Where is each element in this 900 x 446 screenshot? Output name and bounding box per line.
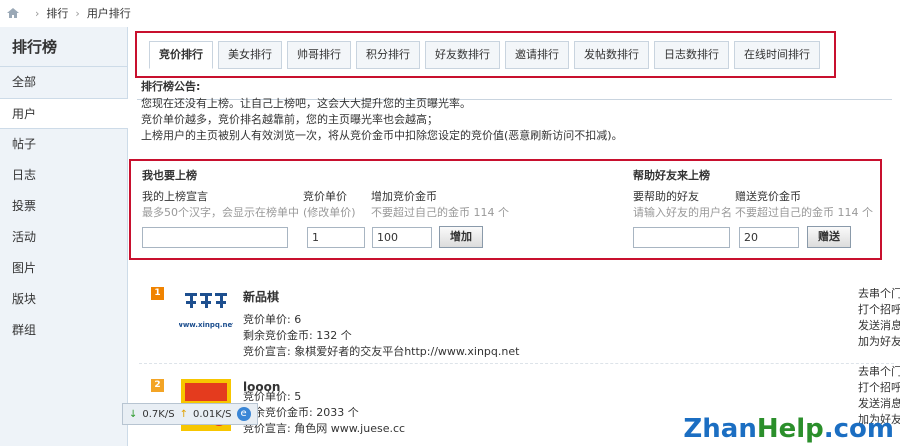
declaration-label: 我的上榜宣言 <box>142 190 208 203</box>
add-gold-hint: 不要超过自己的金币 114 个 <box>371 206 509 219</box>
sidebar-item-polls[interactable]: 投票 <box>0 191 127 222</box>
price-label: 竞价单价 <box>303 190 347 203</box>
sidebar-item-user[interactable]: 用户 <box>0 98 128 129</box>
browser-icon[interactable]: e <box>236 407 251 421</box>
rank-number-badge: 2 <box>151 379 164 392</box>
sidebar-item-blogs[interactable]: 日志 <box>0 160 127 191</box>
watermark-part: Help <box>756 414 824 444</box>
send-message-link[interactable]: 发送消息 <box>858 396 900 412</box>
tab-posts[interactable]: 发帖数排行 <box>574 41 649 69</box>
rank-price: 竞价单价: 5 <box>243 390 302 403</box>
upload-speed: 0.01K/S <box>192 408 232 420</box>
watermark-logo: ZhanHelp.com <box>683 414 894 444</box>
sidebar-item-events[interactable]: 活动 <box>0 222 127 253</box>
breadcrumb: › 排行 › 用户排行 <box>0 0 900 26</box>
breadcrumb-user-ranking[interactable]: 用户排行 <box>87 5 131 21</box>
sidebar: 排行榜 全部 用户 帖子 日志 投票 活动 图片 版块 群组 <box>0 27 128 446</box>
gift-button[interactable]: 赠送 <box>807 226 851 248</box>
sidebar-title: 排行榜 <box>0 27 127 67</box>
breadcrumb-separator: › <box>35 6 40 20</box>
declaration-input[interactable] <box>142 227 288 248</box>
tab-friends[interactable]: 好友数排行 <box>425 41 500 69</box>
rank-declaration: 竞价宣言: 角色网 www.juese.cc <box>243 422 406 435</box>
gift-gold-label: 赠送竞价金币 <box>735 190 801 203</box>
sidebar-item-all[interactable]: 全部 <box>0 67 127 98</box>
upload-arrow-icon: ↑ <box>179 408 188 420</box>
sidebar-item-images[interactable]: 图片 <box>0 253 127 284</box>
watermark-part: .com <box>823 414 894 444</box>
friend-rank-heading: 帮助好友来上榜 <box>633 169 710 182</box>
friend-username-input[interactable] <box>633 227 730 248</box>
sidebar-item-forums[interactable]: 版块 <box>0 284 127 315</box>
price-input[interactable] <box>307 227 365 248</box>
rank-price: 竞价单价: 6 <box>243 313 302 326</box>
send-message-link[interactable]: 发送消息 <box>858 318 900 334</box>
rank-row: 1 www.xinpq.net 新品棋 竞价单价: 6 剩余竞价金币: 132 … <box>139 272 900 364</box>
friend-label: 要帮助的好友 <box>633 190 699 203</box>
download-speed: 0.7K/S <box>142 408 175 420</box>
rank-number-badge: 1 <box>151 287 164 300</box>
tab-bidding[interactable]: 竞价排行 <box>149 41 213 69</box>
rank-actions: 去串个门 打个招呼 发送消息 加为好友 <box>858 286 900 350</box>
breadcrumb-separator: › <box>75 6 80 20</box>
download-arrow-icon: ↓ <box>129 408 138 420</box>
tabs-highlight-frame: 竞价排行 美女排行 帅哥排行 积分排行 好友数排行 邀请排行 发帖数排行 日志数… <box>135 31 836 78</box>
visit-link[interactable]: 去串个门 <box>858 364 900 380</box>
tab-bar: 竞价排行 美女排行 帅哥排行 积分排行 好友数排行 邀请排行 发帖数排行 日志数… <box>149 41 825 69</box>
avatar-site-text: www.xinpq.net <box>179 321 233 329</box>
tab-beauty[interactable]: 美女排行 <box>218 41 282 69</box>
rank-username[interactable]: 新品棋 <box>243 288 279 305</box>
add-gold-input[interactable] <box>372 227 432 248</box>
sidebar-item-posts[interactable]: 帖子 <box>0 129 127 160</box>
tab-invites[interactable]: 邀请排行 <box>505 41 569 69</box>
tab-blogs[interactable]: 日志数排行 <box>654 41 729 69</box>
rank-remaining-gold: 剩余竞价金币: 132 个 <box>243 329 352 342</box>
notice-line: 您现在还没有上榜。让自己上榜吧，这会大大提升您的主页曝光率。 <box>141 97 471 110</box>
greet-link[interactable]: 打个招呼 <box>858 302 900 318</box>
notice-heading: 排行榜公告: <box>141 80 201 93</box>
tab-handsome[interactable]: 帅哥排行 <box>287 41 351 69</box>
rank-form-highlight-frame: 我也要上榜 我的上榜宣言 最多50个汉字，会显示在榜单中 竞价单价 (修改单价)… <box>129 159 882 260</box>
main-content: 竞价排行 美女排行 帅哥排行 积分排行 好友数排行 邀请排行 发帖数排行 日志数… <box>129 27 900 446</box>
add-button[interactable]: 增加 <box>439 226 483 248</box>
add-friend-link[interactable]: 加为好友 <box>858 334 900 350</box>
price-hint[interactable]: (修改单价) <box>303 204 356 220</box>
gift-gold-hint: 不要超过自己的金币 114 个 <box>735 206 873 219</box>
declaration-hint: 最多50个汉字，会显示在榜单中 <box>142 206 299 219</box>
network-speed-widget: ↓ 0.7K/S ↑ 0.01K/S e <box>122 403 258 425</box>
self-rank-heading: 我也要上榜 <box>142 169 197 182</box>
tab-points[interactable]: 积分排行 <box>356 41 420 69</box>
notice-line: 上榜用户的主页被别人有效浏览一次，将从竞价金币中扣除您设定的竞价值(恶意刷新访问… <box>141 129 623 142</box>
avatar[interactable]: www.xinpq.net <box>179 287 233 339</box>
greet-link[interactable]: 打个招呼 <box>858 380 900 396</box>
rank-remaining-gold: 剩余竞价金币: 2033 个 <box>243 406 359 419</box>
friend-hint: 请输入好友的用户名 <box>633 206 732 219</box>
breadcrumb-ranking[interactable]: 排行 <box>46 5 68 21</box>
tab-online-time[interactable]: 在线时间排行 <box>734 41 820 69</box>
ranking-notice: 排行榜公告: 您现在还没有上榜。让自己上榜吧，这会大大提升您的主页曝光率。 竞价… <box>141 79 881 144</box>
notice-line: 竞价单价越多，竞价排名越靠前，您的主页曝光率也会越高； <box>141 113 438 126</box>
home-icon[interactable] <box>6 7 20 19</box>
watermark-part: Zhan <box>683 414 757 444</box>
gift-gold-input[interactable] <box>739 227 799 248</box>
add-gold-label: 增加竞价金币 <box>371 190 437 203</box>
sidebar-item-groups[interactable]: 群组 <box>0 315 127 346</box>
visit-link[interactable]: 去串个门 <box>858 286 900 302</box>
rank-declaration: 竞价宣言: 象棋爱好者的交友平台http://www.xinpq.net <box>243 345 520 358</box>
